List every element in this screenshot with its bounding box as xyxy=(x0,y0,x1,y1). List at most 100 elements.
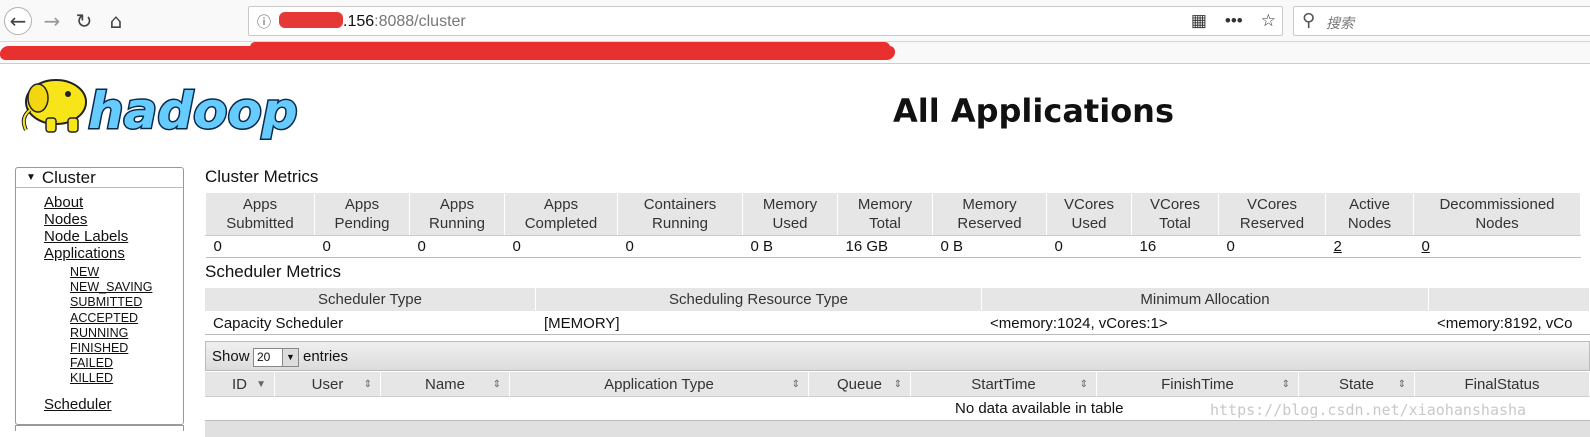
sched-value-type: Capacity Scheduler xyxy=(213,315,344,332)
reload-icon[interactable]: ↻ xyxy=(70,7,98,35)
metric-value: 0 xyxy=(1218,235,1326,258)
show-label: Show xyxy=(212,348,250,365)
bookmark-star-icon[interactable]: ☆ xyxy=(1261,11,1276,31)
page-size-select[interactable]: 20 ▼ xyxy=(253,348,299,367)
metric-header: VCores Total xyxy=(1131,192,1219,236)
metric-header: Active Nodes xyxy=(1325,192,1414,236)
column-user[interactable]: User ⇕ xyxy=(275,372,381,397)
column-id[interactable]: ID ▼ xyxy=(205,372,275,397)
redaction-mark xyxy=(250,42,890,52)
metric-value: 0 xyxy=(205,235,315,258)
site-info-icon[interactable]: ⓘ xyxy=(257,12,271,32)
url-text: .156:8088/cluster xyxy=(279,12,466,31)
metric-header: Apps Completed xyxy=(504,192,618,236)
sidebar-item-applications[interactable]: Applications xyxy=(44,245,125,262)
sort-icon: ⇕ xyxy=(492,379,501,390)
empty-table-message: No data available in table xyxy=(955,400,1124,417)
sidebar-state-killed[interactable]: KILLED xyxy=(70,371,113,385)
sidebar-state-new[interactable]: NEW xyxy=(70,265,99,279)
metric-header-line: Used xyxy=(1071,215,1107,232)
sched-value-min-alloc: <memory:1024, vCores:1> xyxy=(990,315,1168,332)
metric-header-line: Memory xyxy=(857,196,913,213)
search-input[interactable]: ⚲ 搜索 xyxy=(1293,6,1590,36)
metric-header-line: Used xyxy=(772,215,808,232)
qr-code-icon[interactable]: ▦ xyxy=(1191,11,1207,31)
entries-label: entries xyxy=(303,348,349,365)
metric-value: 0 xyxy=(504,235,618,258)
metric-value: 0 xyxy=(1046,235,1132,258)
divider xyxy=(205,334,1590,335)
metric-header-line: Running xyxy=(429,215,485,232)
metric-value: 0 B xyxy=(932,235,1047,258)
sidebar-item-about[interactable]: About xyxy=(44,194,83,211)
sidebar-item-node-labels[interactable]: Node Labels xyxy=(44,228,128,245)
sched-header-max-alloc xyxy=(1429,288,1590,311)
metric-header-line: Apps xyxy=(242,196,278,213)
column-state[interactable]: State ⇕ xyxy=(1299,372,1415,397)
column-name[interactable]: Name ⇕ xyxy=(381,372,510,397)
watermark: https://blog.csdn.net/xiaohanshasha xyxy=(1210,401,1527,419)
search-icon: ⚲ xyxy=(1302,10,1316,31)
sidebar-state-submitted[interactable]: SUBMITTED xyxy=(70,295,142,309)
sidebar-state-finished[interactable]: FINISHED xyxy=(70,341,128,355)
redacted-host xyxy=(279,12,343,28)
sidebar-item-nodes[interactable]: Nodes xyxy=(44,211,87,228)
cluster-metrics-table: Apps Submitted Apps Pending Apps Running Apps C… xyxy=(205,192,1581,258)
metric-header-line: Containers xyxy=(643,196,717,213)
forward-icon[interactable]: → xyxy=(38,7,66,35)
sort-icon: ⇕ xyxy=(363,379,372,390)
sort-icon: ⇕ xyxy=(1397,379,1406,390)
sched-value-max-alloc: <memory:8192, vCo xyxy=(1437,315,1573,332)
back-icon[interactable]: ← xyxy=(4,7,32,35)
metric-header-line: Pending xyxy=(334,215,390,232)
metric-value: 0 xyxy=(314,235,410,258)
metric-header-line: Completed xyxy=(524,215,598,232)
sidebar-state-failed[interactable]: FAILED xyxy=(70,356,113,370)
metric-value[interactable]: 2 xyxy=(1325,235,1414,258)
column-finish-time[interactable]: FinishTime ⇕ xyxy=(1097,372,1299,397)
search-placeholder: 搜索 xyxy=(1326,16,1354,32)
metric-header: VCores Reserved xyxy=(1218,192,1326,236)
sidebar-state-running[interactable]: RUNNING xyxy=(70,326,128,340)
metric-value: 16 xyxy=(1131,235,1219,258)
sidebar-state-new-saving[interactable]: NEW_SAVING xyxy=(70,280,152,294)
column-start-time[interactable]: StartTime ⇕ xyxy=(911,372,1097,397)
sort-icon: ⇕ xyxy=(893,379,902,390)
sidebar-next-section xyxy=(15,425,184,431)
browser-toolbar: ← → ↻ ⌂ ⓘ .156:8088/cluster ▦ ••• ☆ ⚲ 搜索 xyxy=(0,0,1590,42)
sidebar-item-scheduler[interactable]: Scheduler xyxy=(44,396,112,413)
metric-header-line: Apps xyxy=(543,196,579,213)
sched-value-resource: [MEMORY] xyxy=(544,315,620,332)
metric-value: 0 B xyxy=(742,235,838,258)
metric-header-line: Reserved xyxy=(957,215,1022,232)
column-final-status[interactable]: FinalStatus xyxy=(1415,372,1590,397)
column-queue[interactable]: Queue ⇕ xyxy=(809,372,911,397)
metric-header-line: VCores xyxy=(1149,196,1201,213)
more-actions-icon[interactable]: ••• xyxy=(1225,11,1243,31)
metric-value: 0 xyxy=(409,235,505,258)
column-application-type[interactable]: Application Type ⇕ xyxy=(510,372,809,397)
metric-header: Memory Reserved xyxy=(932,192,1047,236)
table-controls: Show 20 ▼ entries xyxy=(205,341,1590,371)
metric-value[interactable]: 0 xyxy=(1413,235,1581,258)
hadoop-logo[interactable]: hadoop xyxy=(16,72,311,142)
home-icon[interactable]: ⌂ xyxy=(102,7,130,35)
sidebar-header-cluster[interactable]: ▼ Cluster xyxy=(16,168,183,188)
address-bar[interactable]: ⓘ .156:8088/cluster ▦ ••• ☆ xyxy=(248,6,1283,36)
svg-text:hadoop: hadoop xyxy=(88,82,298,140)
sort-desc-icon: ▼ xyxy=(256,379,266,390)
sidebar-state-accepted[interactable]: ACCEPTED xyxy=(70,311,138,325)
sort-icon: ⇕ xyxy=(791,379,800,390)
metric-header: VCores Used xyxy=(1046,192,1132,236)
metric-value: 0 xyxy=(617,235,743,258)
collapse-arrow-icon[interactable]: ▼ xyxy=(26,172,36,183)
chevron-down-icon[interactable]: ▼ xyxy=(282,349,298,366)
metric-header-line: Total xyxy=(869,215,901,232)
metric-header-line: Decommissioned xyxy=(1439,196,1555,213)
metric-value: 16 GB xyxy=(837,235,933,258)
metric-header-line: VCores xyxy=(1063,196,1115,213)
metric-header-line: Total xyxy=(1159,215,1191,232)
metric-header-line: Running xyxy=(652,215,708,232)
metric-header-line: Nodes xyxy=(1347,215,1392,232)
metric-header: Memory Used xyxy=(742,192,838,236)
